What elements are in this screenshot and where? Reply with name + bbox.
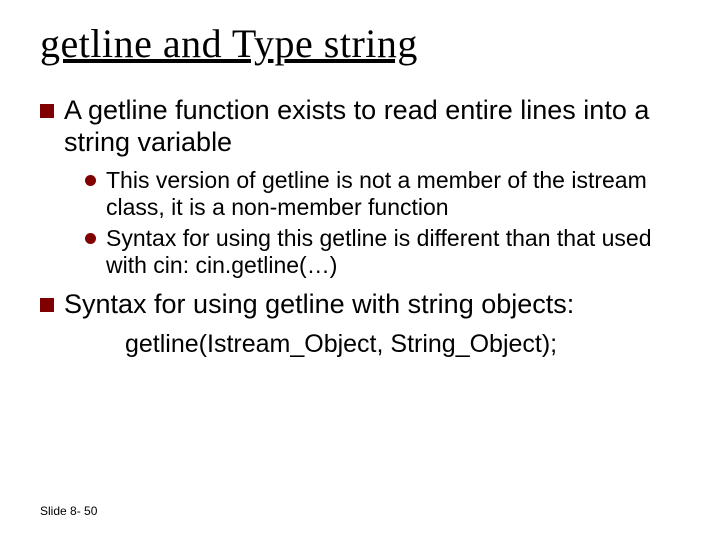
square-bullet-icon: [40, 104, 54, 118]
bullet-level2: This version of getline is not a member …: [85, 167, 680, 221]
bullet-level1: Syntax for using getline with string obj…: [40, 289, 680, 321]
slide-title: getline and Type string: [40, 20, 680, 67]
bullet-level1: A getline function exists to read entire…: [40, 95, 680, 159]
bullet-text: This version of getline is not a member …: [106, 167, 680, 221]
square-bullet-icon: [40, 298, 54, 312]
slide: getline and Type string A getline functi…: [0, 0, 720, 540]
bullet-text: Syntax for using this getline is differe…: [106, 225, 680, 279]
bullet-level3: getline(Istream_Object, String_Object);: [125, 329, 680, 360]
bullet-text: getline(Istream_Object, String_Object);: [125, 330, 557, 358]
circle-bullet-icon: [85, 175, 96, 186]
bullet-level2: Syntax for using this getline is differe…: [85, 225, 680, 279]
slide-footer: Slide 8- 50: [40, 504, 97, 518]
bullet-text: Syntax for using getline with string obj…: [64, 289, 574, 321]
circle-bullet-icon: [85, 233, 96, 244]
slide-body: A getline function exists to read entire…: [40, 95, 680, 360]
bullet-text: A getline function exists to read entire…: [64, 95, 680, 159]
